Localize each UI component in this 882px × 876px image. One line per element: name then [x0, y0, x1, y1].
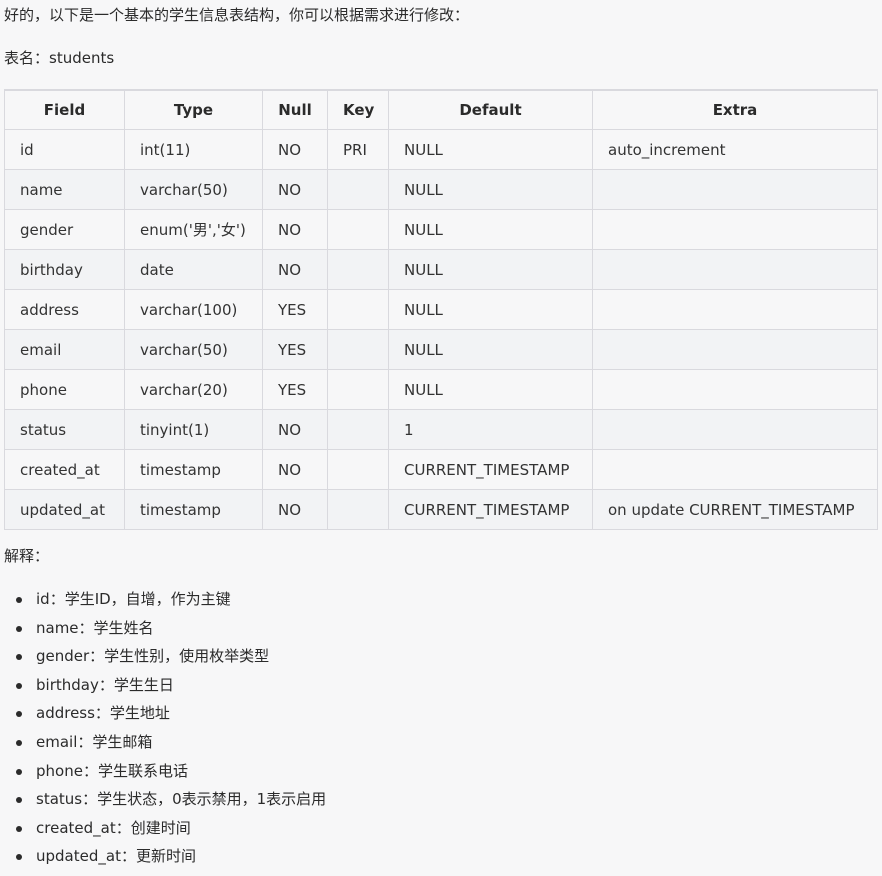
cell-type: varchar(50) — [124, 329, 263, 370]
table-row: birthday date NO NULL — [4, 249, 878, 290]
intro-text: 好的，以下是一个基本的学生信息表结构，你可以根据需求进行修改： — [4, 6, 470, 24]
header-null: Null — [262, 89, 328, 130]
list-item: updated_at：更新时间 — [15, 846, 326, 875]
cell-key — [327, 489, 389, 530]
list-item: created_at：创建时间 — [15, 818, 326, 847]
cell-null: YES — [262, 329, 328, 370]
cell-default: NULL — [388, 169, 593, 210]
cell-field: address — [4, 289, 125, 330]
table-row: status tinyint(1) NO 1 — [4, 409, 878, 450]
table-row: created_at timestamp NO CURRENT_TIMESTAM… — [4, 449, 878, 490]
table-row: name varchar(50) NO NULL — [4, 169, 878, 210]
header-type: Type — [124, 89, 263, 130]
list-item: name：学生姓名 — [15, 618, 326, 647]
cell-extra — [592, 169, 878, 210]
cell-extra: on update CURRENT_TIMESTAMP — [592, 489, 878, 530]
cell-field: phone — [4, 369, 125, 410]
cell-type: enum('男','女') — [124, 209, 263, 250]
cell-null: NO — [262, 489, 328, 530]
cell-key — [327, 169, 389, 210]
cell-extra — [592, 409, 878, 450]
cell-default: NULL — [388, 329, 593, 370]
cell-key — [327, 249, 389, 290]
cell-extra — [592, 289, 878, 330]
cell-default: NULL — [388, 129, 593, 170]
cell-key: PRI — [327, 129, 389, 170]
cell-default: CURRENT_TIMESTAMP — [388, 489, 593, 530]
cell-type: int(11) — [124, 129, 263, 170]
header-default: Default — [388, 89, 593, 130]
list-item: address：学生地址 — [15, 703, 326, 732]
cell-key — [327, 409, 389, 450]
cell-extra: auto_increment — [592, 129, 878, 170]
cell-type: timestamp — [124, 489, 263, 530]
cell-default: NULL — [388, 289, 593, 330]
header-field: Field — [4, 89, 125, 130]
cell-default: NULL — [388, 209, 593, 250]
cell-type: varchar(20) — [124, 369, 263, 410]
cell-extra — [592, 329, 878, 370]
cell-null: NO — [262, 169, 328, 210]
list-item: phone：学生联系电话 — [15, 761, 326, 790]
list-item: status：学生状态，0表示禁用，1表示启用 — [15, 789, 326, 818]
cell-type: date — [124, 249, 263, 290]
cell-extra — [592, 449, 878, 490]
cell-null: NO — [262, 209, 328, 250]
cell-extra — [592, 369, 878, 410]
header-key: Key — [327, 89, 389, 130]
cell-type: varchar(100) — [124, 289, 263, 330]
list-item: email：学生邮箱 — [15, 732, 326, 761]
cell-field: id — [4, 129, 125, 170]
cell-null: NO — [262, 249, 328, 290]
cell-extra — [592, 209, 878, 250]
table-row: updated_at timestamp NO CURRENT_TIMESTAM… — [4, 489, 878, 530]
header-extra: Extra — [592, 89, 878, 130]
cell-key — [327, 369, 389, 410]
explanation-list: id：学生ID，自增，作为主键 name：学生姓名 gender：学生性别，使用… — [0, 589, 326, 875]
cell-null: YES — [262, 369, 328, 410]
table-row: phone varchar(20) YES NULL — [4, 369, 878, 410]
cell-default: NULL — [388, 249, 593, 290]
cell-key — [327, 209, 389, 250]
cell-field: updated_at — [4, 489, 125, 530]
table-row: gender enum('男','女') NO NULL — [4, 209, 878, 250]
cell-null: NO — [262, 129, 328, 170]
list-item: birthday：学生生日 — [15, 675, 326, 704]
explanation-heading: 解释： — [4, 547, 50, 565]
cell-default: 1 — [388, 409, 593, 450]
cell-field: email — [4, 329, 125, 370]
table-name-text: 表名：students — [4, 49, 115, 67]
cell-field: birthday — [4, 249, 125, 290]
cell-type: varchar(50) — [124, 169, 263, 210]
cell-field: gender — [4, 209, 125, 250]
cell-key — [327, 329, 389, 370]
cell-type: timestamp — [124, 449, 263, 490]
table-row: address varchar(100) YES NULL — [4, 289, 878, 330]
table-header-row: Field Type Null Key Default Extra — [4, 89, 878, 130]
table-row: email varchar(50) YES NULL — [4, 329, 878, 370]
cell-null: NO — [262, 449, 328, 490]
table-row: id int(11) NO PRI NULL auto_increment — [4, 129, 878, 170]
schema-table: Field Type Null Key Default Extra id int… — [4, 89, 878, 530]
cell-type: tinyint(1) — [124, 409, 263, 450]
cell-extra — [592, 249, 878, 290]
cell-null: NO — [262, 409, 328, 450]
cell-field: status — [4, 409, 125, 450]
cell-default: CURRENT_TIMESTAMP — [388, 449, 593, 490]
cell-null: YES — [262, 289, 328, 330]
cell-key — [327, 449, 389, 490]
cell-field: name — [4, 169, 125, 210]
list-item: id：学生ID，自增，作为主键 — [15, 589, 326, 618]
cell-field: created_at — [4, 449, 125, 490]
cell-default: NULL — [388, 369, 593, 410]
list-item: gender：学生性别，使用枚举类型 — [15, 646, 326, 675]
cell-key — [327, 289, 389, 330]
